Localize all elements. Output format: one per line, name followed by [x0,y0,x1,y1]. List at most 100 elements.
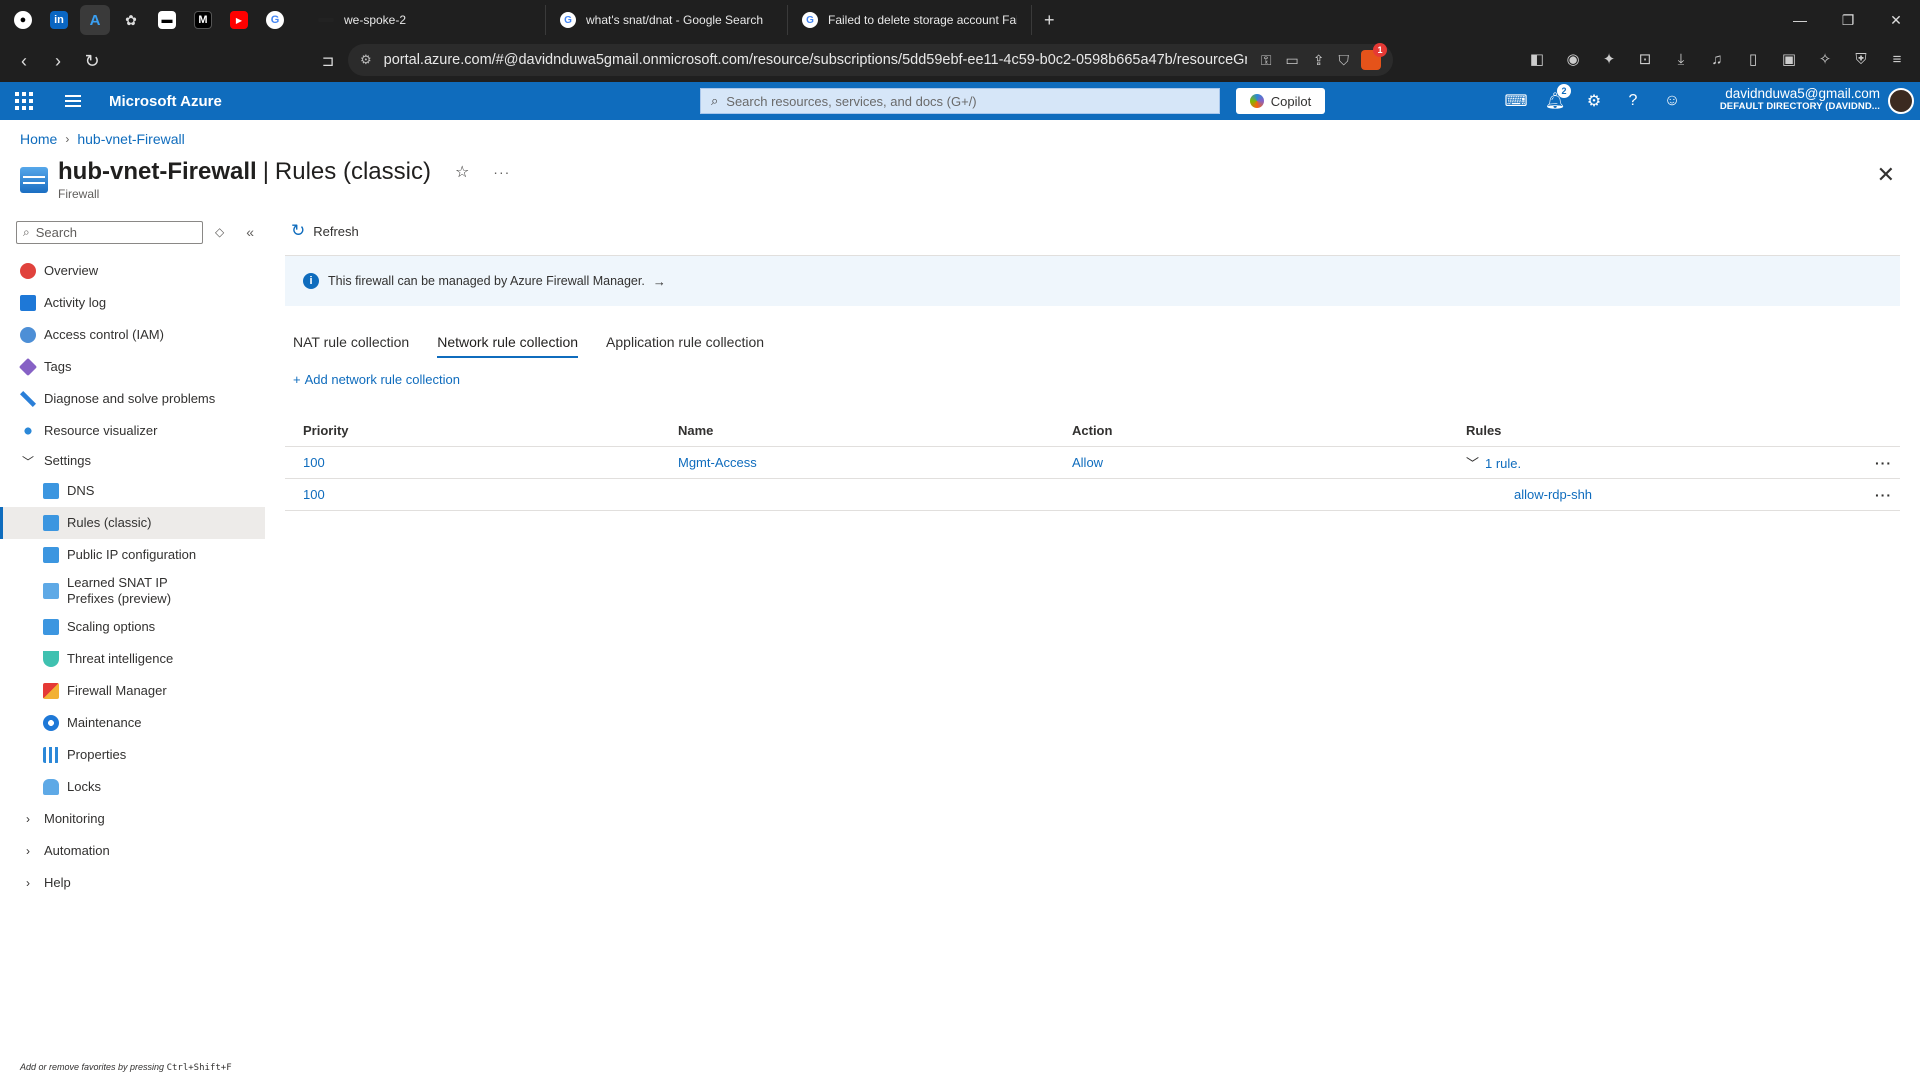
sidebar-item-dns[interactable]: DNS [0,475,266,507]
sidebar-item-iam[interactable]: Access control (IAM) [0,319,266,351]
sidebar-item-maintenance[interactable]: Maintenance [0,707,266,739]
add-network-rule-collection-button[interactable]: + Add network rule collection [293,372,1900,387]
brand-name[interactable]: Microsoft Azure [109,93,222,110]
tab-nat-rule-collection[interactable]: NAT rule collection [293,334,409,358]
share-icon[interactable]: ⇪ [1313,52,1325,69]
arrow-right-icon[interactable]: → [653,274,666,289]
sidebar-item-properties[interactable]: Properties [0,739,266,771]
address-bar[interactable]: ⚙ portal.azure.com/#@davidnduwa5gmail.on… [348,43,1393,76]
browser-tab[interactable]: we-spoke-2 [304,5,546,35]
sidebar-item-activity-log[interactable]: Activity log [0,287,266,319]
copilot-button[interactable]: Copilot [1236,88,1325,114]
extension-icon[interactable]: ◧ [1526,48,1548,70]
column-header-action[interactable]: Action [1072,423,1466,438]
site-settings-icon[interactable]: ⚙ [360,52,372,68]
pinned-tab-google[interactable]: G [260,5,290,35]
expand-collapse-icon[interactable]: ◇ [215,225,224,239]
sidebar-item-threat-intel[interactable]: Threat intelligence [0,643,266,675]
browser-tab[interactable]: G what's snat/dnat - Google Search [546,5,788,35]
tab-application-rule-collection[interactable]: Application rule collection [606,334,764,358]
brave-shields-icon[interactable]: ⛉ [1339,52,1350,69]
browser-tab[interactable]: G Failed to delete storage account Faile [788,5,1032,35]
sidebar-item-diagnose[interactable]: Diagnose and solve problems [0,383,266,415]
notifications-icon[interactable]: 🔔︎ 2 [1544,84,1571,112]
feedback-icon[interactable]: ☺ [1661,90,1683,112]
minimize-icon[interactable]: — [1776,0,1824,40]
extension-icon[interactable]: ◉ [1562,48,1584,70]
breadcrumb-home[interactable]: Home [20,131,57,147]
key-icon[interactable]: ⚿ [1261,52,1272,69]
tab-network-rule-collection[interactable]: Network rule collection [437,334,579,358]
leo-ai-icon[interactable]: ✧ [1814,48,1836,70]
sidebar-group-settings[interactable]: ﹀ Settings [0,447,266,475]
info-banner[interactable]: i This firewall can be managed by Azure … [285,256,1900,306]
column-header-priority[interactable]: Priority [285,423,678,438]
back-icon[interactable]: ‹ [8,45,40,77]
help-icon[interactable]: ? [1622,90,1644,112]
pinned-tab-youtube[interactable]: ▶ [224,5,254,35]
sidebar-item-locks[interactable]: Locks [0,771,266,803]
favorite-star-icon[interactable]: ☆ [455,162,469,182]
cell-priority[interactable]: 100 [285,455,678,470]
sidebar-group-help[interactable]: › Help [0,867,266,899]
cell-rules[interactable]: 1 rule. [1485,456,1521,471]
column-header-rules[interactable]: Rules [1466,423,1900,438]
cell-action[interactable]: Allow [1072,455,1466,470]
cloud-shell-icon[interactable]: ⌨ [1504,90,1527,112]
sidebar-item-public-ip[interactable]: Public IP configuration [0,539,266,571]
pinned-tab-medium[interactable]: M [188,5,218,35]
sidebar-item-overview[interactable]: Overview [0,255,266,287]
cell-rule-name[interactable]: allow-rdp-shh [1514,487,1592,502]
refresh-button[interactable]: ↻ Refresh [291,218,1900,244]
column-header-name[interactable]: Name [678,423,1072,438]
sidebar-icon[interactable]: ▯ [1742,48,1764,70]
sidebar-item-tags[interactable]: Tags [0,351,266,383]
menu-search-input[interactable]: ⌕ Search [16,220,203,244]
download-icon[interactable]: ⤓ [1670,48,1692,70]
media-icon[interactable]: ♫ [1706,48,1728,70]
tab-search-icon[interactable]: ⊡ [1634,48,1656,70]
chevron-down-icon[interactable]: ﹀ [1466,456,1479,471]
sidebar-item-firewall-manager[interactable]: Firewall Manager [0,675,266,707]
row-more-icon[interactable]: ··· [1875,487,1892,503]
sidebar-item-snat-prefixes[interactable]: Learned SNAT IP Prefixes (preview) [0,571,266,611]
sidebar-item-scaling[interactable]: Scaling options [0,611,266,643]
vpn-icon[interactable]: ⛨ [1850,48,1872,70]
table-row[interactable]: 100 Mgmt-Access Allow ﹀ 1 rule. ··· [285,447,1900,479]
linkedin-icon: in [50,11,68,29]
breadcrumb-resource[interactable]: hub-vnet-Firewall [77,131,184,147]
pinned-tab-openai[interactable]: ✿ [116,5,146,35]
settings-gear-icon[interactable]: ⚙ [1583,90,1605,112]
row-more-icon[interactable]: ··· [1875,455,1892,471]
menu-icon[interactable]: ≡ [1886,48,1908,70]
avatar[interactable] [1888,88,1914,114]
sidebar-group-automation[interactable]: › Automation [0,835,266,867]
pinned-tab-linkedin[interactable]: in [44,5,74,35]
app-launcher-icon[interactable] [15,92,33,110]
bookmark-icon[interactable]: ⊐ [312,45,344,77]
sidebar-item-visualizer[interactable]: Resource visualizer [0,415,266,447]
new-tab-button[interactable]: + [1044,10,1055,31]
brave-rewards-icon[interactable]: 1 [1361,43,1387,70]
close-blade-icon[interactable]: ✕ [1877,162,1895,188]
cell-priority[interactable]: 100 [285,487,678,502]
collapse-menu-icon[interactable]: « [246,224,254,240]
reload-icon[interactable]: ↻ [76,45,108,77]
sidebar-item-rules-classic[interactable]: Rules (classic) [0,507,265,539]
pinned-tab-app[interactable]: ▬ [152,5,182,35]
portal-search-input[interactable]: ⌕ Search resources, services, and docs (… [700,88,1220,114]
account-info[interactable]: davidnduwa5@gmail.com DEFAULT DIRECTORY … [1720,86,1880,112]
portal-menu-icon[interactable] [65,92,81,110]
restore-icon[interactable]: ❐ [1824,0,1872,40]
more-options-icon[interactable]: ··· [493,164,510,180]
puzzle-icon[interactable]: ✦ [1598,48,1620,70]
pinned-tab-azure[interactable]: A [80,5,110,35]
install-icon[interactable]: ▭ [1286,52,1299,69]
table-row[interactable]: 100 allow-rdp-shh ··· [285,479,1900,511]
sidebar-group-monitoring[interactable]: › Monitoring [0,803,266,835]
cell-name[interactable]: Mgmt-Access [678,455,1072,470]
pinned-tab-github[interactable]: ● [8,5,38,35]
close-window-icon[interactable]: ✕ [1872,0,1920,40]
forward-icon[interactable]: › [42,45,74,77]
wallet-icon[interactable]: ▣ [1778,48,1800,70]
